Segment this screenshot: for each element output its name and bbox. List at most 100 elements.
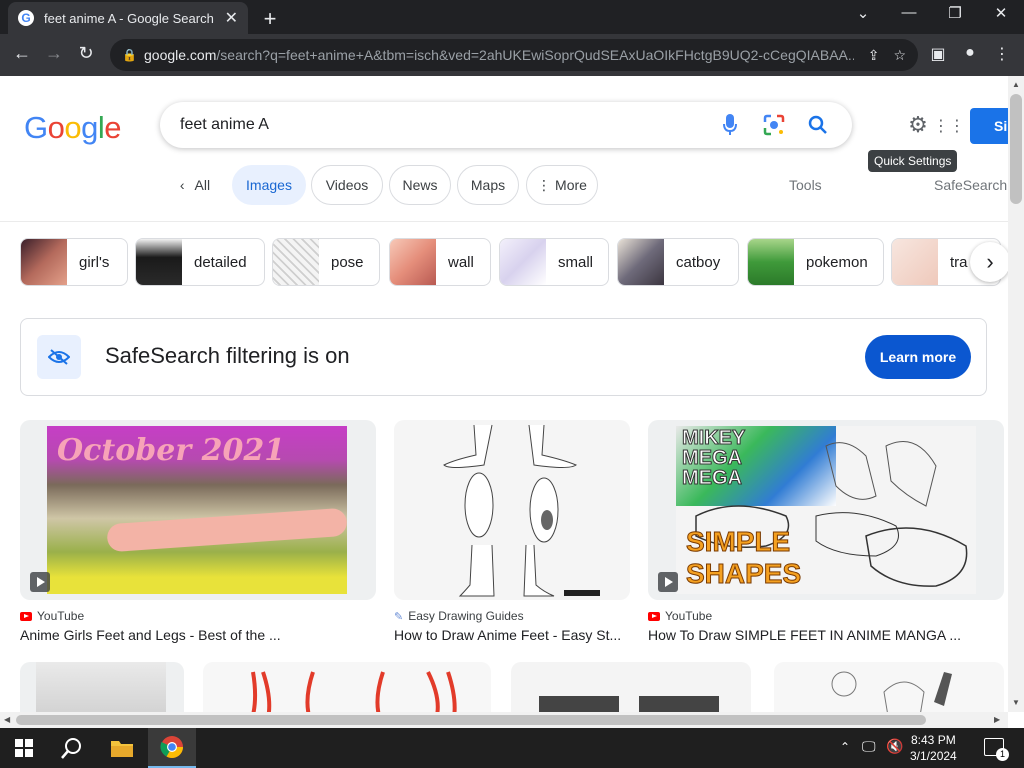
learn-more-button[interactable]: Learn more xyxy=(865,335,971,379)
result-title[interactable]: Anime Girls Feet and Legs - Best of the … xyxy=(20,627,376,643)
video-overlay-text: SIMPLE SHAPES xyxy=(686,526,802,590)
suggestion-chip[interactable]: pokemon xyxy=(747,238,884,286)
tools-button[interactable]: Tools xyxy=(789,177,822,193)
clock-time: 8:43 PM xyxy=(911,733,956,747)
suggestion-chip[interactable]: wall xyxy=(389,238,491,286)
browser-tab[interactable]: G feet anime A - Google Search ✕ xyxy=(8,2,248,34)
result-source: Easy Drawing Guides xyxy=(408,609,524,623)
url-path: /search?q=feet+anime+A&tbm=isch&ved=2ahU… xyxy=(216,47,854,63)
play-icon xyxy=(658,572,678,592)
tray-chevron-up-icon[interactable]: ⌃ xyxy=(840,740,850,754)
eye-off-icon xyxy=(37,335,81,379)
browser-toolbar: ← → ↻ 🔒 google.com /search?q=feet+anime+… xyxy=(0,34,1024,76)
suggestion-label: catboy xyxy=(676,253,721,271)
vertical-scroll-thumb[interactable] xyxy=(1010,94,1022,204)
image-result[interactable]: MIKEY MEGA MEGA SIMPLE SHAPES YouTube Ho… xyxy=(648,420,1004,643)
image-result-partial[interactable] xyxy=(774,662,1004,712)
tab-strip: G feet anime A - Google Search ✕ + ⌄ — ❐… xyxy=(0,0,1024,34)
chevron-left-icon: ‹ xyxy=(179,177,185,193)
volume-muted-icon[interactable]: 🔇 xyxy=(886,738,903,755)
suggestion-thumbnail xyxy=(390,239,436,285)
suggestion-chip[interactable]: girl's xyxy=(20,238,128,286)
filter-all[interactable]: ‹ All xyxy=(170,165,220,205)
safesearch-banner: SafeSearch filtering is on Learn more xyxy=(20,318,987,396)
image-result-partial[interactable] xyxy=(20,662,184,712)
chrome-menu-icon[interactable]: ⋮ xyxy=(990,44,1014,64)
clock[interactable]: 8:43 PM 3/1/2024 xyxy=(910,732,957,764)
suggestion-label: girl's xyxy=(79,253,110,271)
lens-search-icon[interactable] xyxy=(760,111,788,139)
google-images-page: Google feet anime A ⚙ ⋮⋮ Si Quick Settin… xyxy=(0,76,1008,712)
bookmark-star-icon[interactable]: ☆ xyxy=(893,47,906,64)
search-icon[interactable] xyxy=(48,728,96,768)
chrome-taskbar-icon[interactable] xyxy=(148,728,196,768)
address-bar[interactable]: 🔒 google.com /search?q=feet+anime+A&tbm=… xyxy=(110,39,918,71)
video-overlay-text: October 2021 xyxy=(57,433,286,468)
scroll-up-icon[interactable]: ▲ xyxy=(1012,80,1020,89)
tab-videos[interactable]: Videos xyxy=(311,165,383,205)
result-image[interactable]: October 2021 xyxy=(20,420,376,600)
restore-button[interactable]: ❐ xyxy=(932,4,978,22)
image-result[interactable]: October 2021 YouTube Anime Girls Feet an… xyxy=(20,420,376,643)
suggestion-chip[interactable]: pose xyxy=(272,238,380,286)
scroll-right-icon[interactable]: ▶ xyxy=(994,715,1000,724)
horizontal-scrollbar[interactable]: ◀ ▶ xyxy=(0,712,1008,728)
tab-search-icon[interactable]: ⌄ xyxy=(840,4,886,22)
suggestion-label: detailed xyxy=(194,253,247,271)
profile-avatar-icon[interactable]: ● xyxy=(958,44,982,62)
lock-icon[interactable]: 🔒 xyxy=(122,48,137,62)
image-result[interactable]: ✎ Easy Drawing Guides How to Draw Anime F… xyxy=(394,420,630,643)
windows-start-icon[interactable] xyxy=(0,728,48,768)
back-button[interactable]: ← xyxy=(10,43,34,64)
search-input[interactable]: feet anime A xyxy=(180,116,700,134)
suggestion-thumbnail xyxy=(892,239,938,285)
search-box[interactable]: feet anime A xyxy=(160,102,852,148)
divider xyxy=(0,221,1008,222)
image-result-partial[interactable] xyxy=(511,662,751,712)
tab-news[interactable]: News xyxy=(389,165,451,205)
reload-button[interactable]: ↻ xyxy=(74,43,98,64)
result-image[interactable] xyxy=(394,420,630,600)
suggestion-chip[interactable]: catboy xyxy=(617,238,739,286)
suggestion-chip[interactable]: small xyxy=(499,238,609,286)
forward-button[interactable]: → xyxy=(42,43,66,64)
youtube-icon xyxy=(20,611,32,621)
vertical-scrollbar[interactable]: ▲ ▼ xyxy=(1008,76,1024,712)
suggestion-thumbnail xyxy=(21,239,67,285)
tab-images[interactable]: Images xyxy=(232,165,306,205)
file-explorer-icon[interactable] xyxy=(98,728,146,768)
settings-gear-icon[interactable]: ⚙ xyxy=(903,112,933,142)
safesearch-button[interactable]: SafeSearch xyxy=(934,177,1007,193)
apps-grid-icon[interactable]: ⋮⋮ xyxy=(933,116,965,136)
new-tab-button[interactable]: + xyxy=(258,6,282,32)
share-icon[interactable]: ⇪ xyxy=(868,47,880,64)
filter-all-label: All xyxy=(194,177,211,193)
close-tab-icon[interactable]: ✕ xyxy=(225,8,238,28)
voice-search-icon[interactable] xyxy=(716,111,744,139)
close-window-button[interactable]: ✕ xyxy=(978,4,1024,22)
suggestion-label: pose xyxy=(331,253,364,271)
side-panel-icon[interactable]: ▣ xyxy=(926,44,950,64)
image-result-partial[interactable] xyxy=(203,662,491,712)
result-source: YouTube xyxy=(665,609,713,623)
suggestion-label: wall xyxy=(448,253,474,271)
result-title[interactable]: How To Draw SIMPLE FEET IN ANIME MANGA .… xyxy=(648,627,1004,643)
scroll-down-icon[interactable]: ▼ xyxy=(1012,698,1020,707)
network-icon[interactable]: 🖵 xyxy=(862,738,876,755)
result-image[interactable]: MIKEY MEGA MEGA SIMPLE SHAPES xyxy=(648,420,1004,600)
result-title[interactable]: How to Draw Anime Feet - Easy St... xyxy=(394,627,630,643)
notifications-icon[interactable]: 1 xyxy=(984,738,1009,761)
tab-maps[interactable]: Maps xyxy=(457,165,519,205)
minimize-button[interactable]: — xyxy=(886,4,932,21)
suggestion-thumbnail xyxy=(618,239,664,285)
horizontal-scroll-thumb[interactable] xyxy=(16,715,926,725)
chevron-right-icon[interactable]: › xyxy=(970,242,1008,282)
tab-more[interactable]: ⋮ More xyxy=(526,165,598,205)
scroll-left-icon[interactable]: ◀ xyxy=(4,715,10,724)
suggestion-thumbnail xyxy=(273,239,319,285)
suggestion-chip[interactable]: detailed xyxy=(135,238,265,286)
suggestion-thumbnail xyxy=(748,239,794,285)
search-icon[interactable] xyxy=(804,111,832,139)
sign-in-button[interactable]: Si xyxy=(970,108,1008,144)
google-logo[interactable]: Google xyxy=(24,110,122,146)
